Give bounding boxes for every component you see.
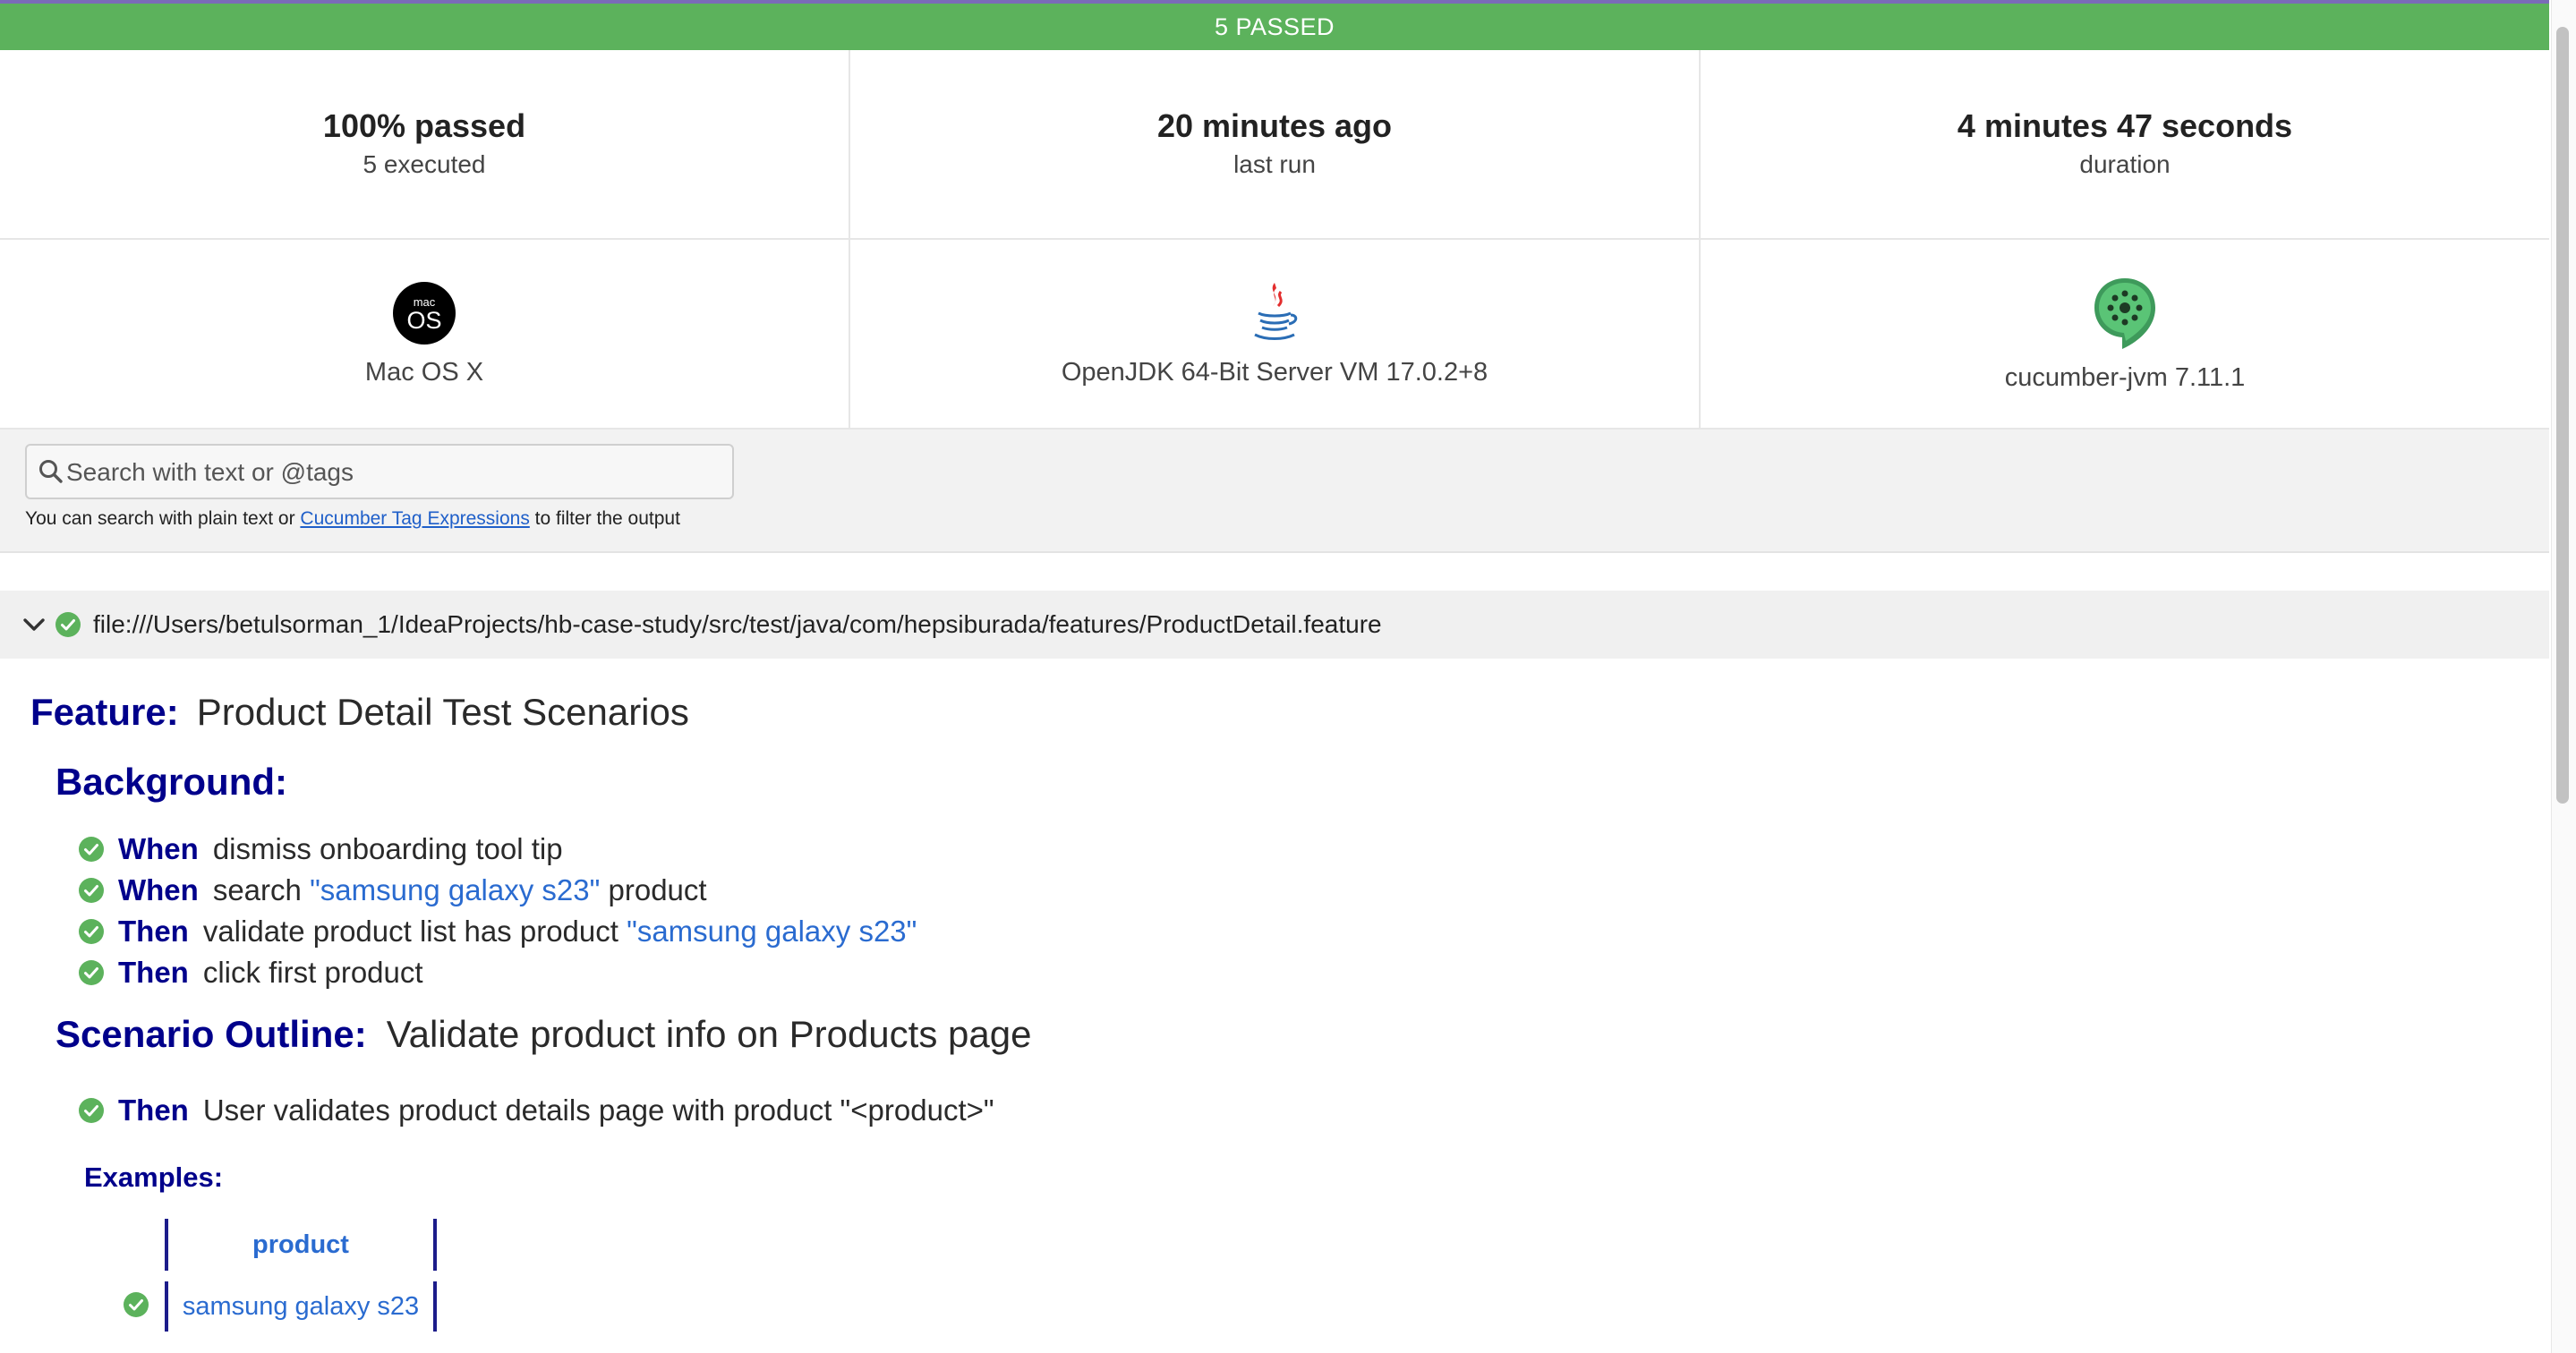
cucumber-icon <box>2094 278 2155 349</box>
feature-name: Product Detail Test Scenarios <box>196 691 689 733</box>
step-keyword: Then <box>118 1093 189 1127</box>
macos-icon: mac OS <box>393 282 456 345</box>
background-step: Then validate product list has product "… <box>79 911 917 952</box>
search-help-suffix: to filter the output <box>534 508 680 529</box>
scrollbar-thumb[interactable] <box>2556 27 2569 804</box>
status-banner: 5 PASSED <box>0 4 2549 50</box>
step-keyword: When <box>118 832 199 865</box>
step-text-after: product <box>608 873 707 906</box>
step-text: search <box>212 873 302 906</box>
passed-check-icon <box>79 960 104 985</box>
tag-expressions-link[interactable]: Cucumber Tag Expressions <box>300 508 529 529</box>
examples-header-cell: product <box>165 1219 437 1271</box>
step-text: User validates product details page with… <box>202 1093 994 1127</box>
scenario-step: Then User validates product details page… <box>79 1090 994 1131</box>
report-page: 5 PASSED 100% passed 5 executed 20 minut… <box>0 0 2549 1353</box>
stat-duration-value: 4 minutes 47 seconds <box>1957 107 2293 144</box>
scenario-outline-name: Validate product info on Products page <box>386 1013 1032 1055</box>
env-os: mac OS Mac OS X <box>0 240 850 428</box>
examples-keyword: Examples: <box>84 1162 224 1193</box>
feature-file-header[interactable]: file:///Users/betulsorman_1/IdeaProjects… <box>0 591 2549 659</box>
search-box[interactable] <box>25 444 734 499</box>
stat-last-run-value: 20 minutes ago <box>1156 107 1393 144</box>
background-step: Then click first product <box>79 952 423 993</box>
step-keyword: When <box>118 873 199 906</box>
examples-title: Examples: <box>84 1162 223 1194</box>
feature-file-path: file:///Users/betulsorman_1/IdeaProjects… <box>93 610 1382 638</box>
chevron-down-icon[interactable] <box>21 612 47 637</box>
background-step: When search "samsung galaxy s23" product <box>79 870 707 911</box>
passed-check-icon <box>79 878 104 903</box>
passed-check-icon <box>79 1098 104 1123</box>
passed-check-icon <box>79 837 104 862</box>
search-help-prefix: You can search with plain text or <box>25 508 295 529</box>
environment-row: mac OS Mac OS X OpenJDK 64-Bit Server VM… <box>0 240 2549 430</box>
search-area: You can search with plain text or Cucumb… <box>0 430 2549 553</box>
stat-last-run: 20 minutes ago last run <box>850 50 1701 238</box>
env-implementation-label: cucumber-jvm 7.11.1 <box>2004 363 2246 392</box>
svg-text:OS: OS <box>406 307 441 334</box>
search-input[interactable] <box>64 446 721 499</box>
stat-duration: 4 minutes 47 seconds duration <box>1701 50 2549 238</box>
env-implementation: cucumber-jvm 7.11.1 <box>1701 240 2549 428</box>
examples-row-cell: samsung galaxy s23 <box>165 1281 437 1332</box>
search-icon <box>39 460 63 483</box>
stat-passed: 100% passed 5 executed <box>0 50 850 238</box>
step-parameter: "samsung galaxy s23" <box>627 915 917 948</box>
search-help: You can search with plain text or Cucumb… <box>25 508 680 530</box>
feature-keyword: Feature: <box>30 691 179 733</box>
stats-row: 100% passed 5 executed 20 minutes ago la… <box>0 50 2549 240</box>
status-banner-text: 5 PASSED <box>1214 13 1335 40</box>
passed-check-icon <box>79 919 104 944</box>
stat-duration-label: duration <box>2079 150 2171 178</box>
stat-passed-label: 5 executed <box>363 150 486 178</box>
step-keyword: Then <box>118 956 189 989</box>
passed-check-icon <box>55 612 81 637</box>
step-text: validate product list has product <box>202 915 618 948</box>
stat-last-run-label: last run <box>1233 150 1316 178</box>
passed-check-icon <box>124 1292 149 1317</box>
env-os-label: Mac OS X <box>364 358 484 387</box>
background-keyword: Background: <box>55 761 288 803</box>
background-step: When dismiss onboarding tool tip <box>79 829 563 870</box>
step-text: click first product <box>202 956 423 989</box>
scenario-outline-keyword: Scenario Outline: <box>55 1013 367 1055</box>
scenario-outline-title: Scenario Outline: Validate product info o… <box>55 1013 1031 1056</box>
stat-passed-value: 100% passed <box>322 107 526 144</box>
step-keyword: Then <box>118 915 189 948</box>
step-parameter: "samsung galaxy s23" <box>310 873 601 906</box>
feature-title: Feature: Product Detail Test Scenarios <box>30 691 689 734</box>
env-runtime: OpenJDK 64-Bit Server VM 17.0.2+8 <box>850 240 1701 428</box>
env-runtime-label: OpenJDK 64-Bit Server VM 17.0.2+8 <box>1061 358 1488 387</box>
step-text: dismiss onboarding tool tip <box>212 832 563 865</box>
background-title: Background: <box>55 761 287 804</box>
java-icon <box>1254 283 1298 340</box>
